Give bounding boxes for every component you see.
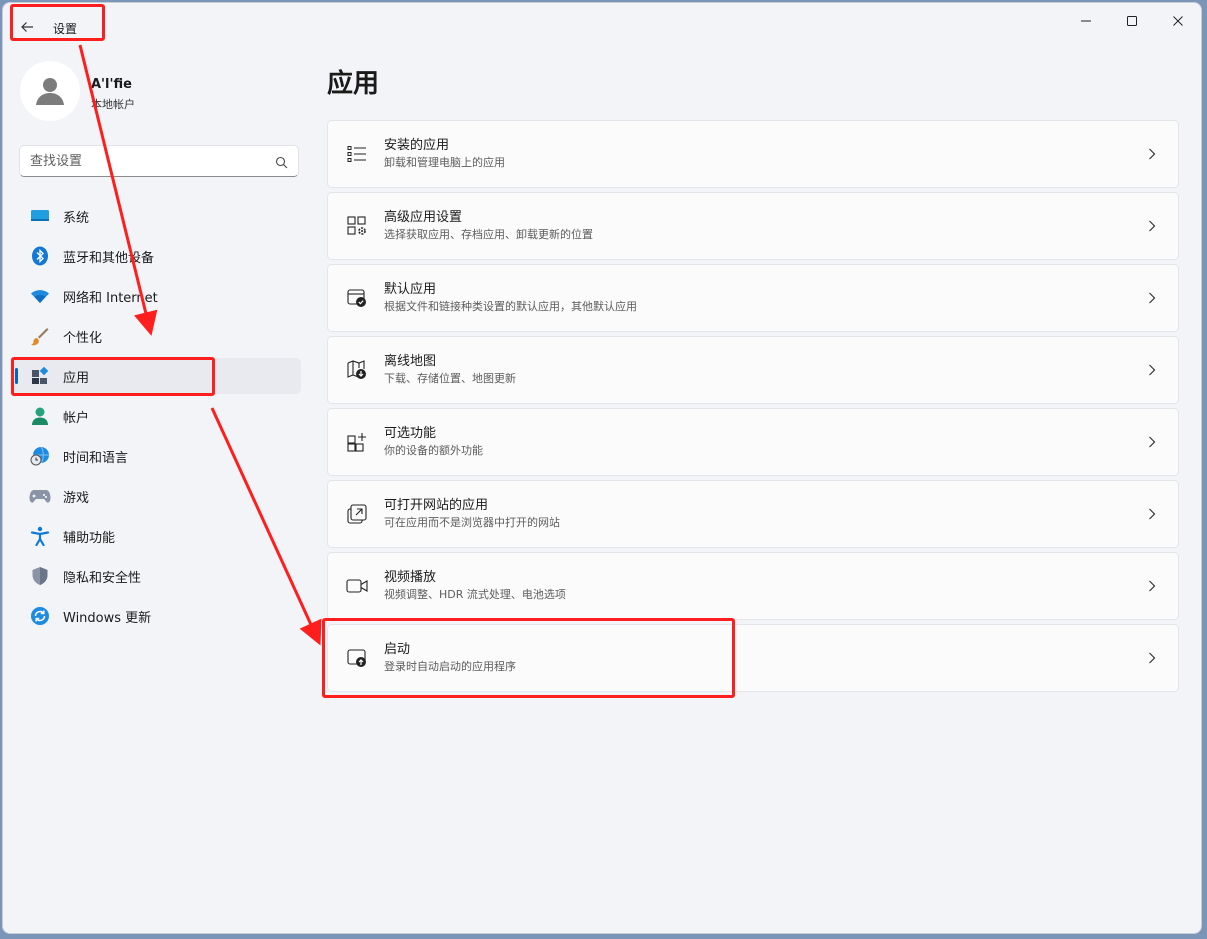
card-subtitle: 你的设备的额外功能 — [384, 443, 483, 457]
chevron-right-icon — [1132, 652, 1172, 664]
card-optional-features[interactable]: 可选功能你的设备的额外功能 — [327, 408, 1179, 476]
card-apps-for-websites[interactable]: 可打开网站的应用可在应用而不是浏览器中打开的网站 — [327, 480, 1179, 548]
highlight-settings-title — [10, 4, 105, 41]
accessibility-icon — [29, 525, 51, 547]
user-avatar-icon — [36, 78, 64, 105]
sidebar-item-label: 系统 — [63, 210, 90, 226]
card-subtitle: 卸载和管理电脑上的应用 — [384, 155, 505, 169]
highlight-apps-nav — [11, 357, 215, 396]
person-icon — [29, 405, 51, 427]
gamepad-icon — [29, 485, 51, 507]
account-type: 本地帐户 — [91, 98, 135, 111]
card-title: 安装的应用 — [384, 137, 450, 153]
search-input[interactable] — [20, 146, 260, 176]
sidebar-item-gaming[interactable]: 游戏 — [13, 478, 301, 514]
chevron-right-icon — [1132, 364, 1172, 376]
title-bar: 设置 — [3, 3, 1201, 43]
list-icon — [346, 143, 368, 165]
sidebar-item-label: 帐户 — [63, 410, 90, 426]
card-video-playback[interactable]: 视频播放视频调整、HDR 流式处理、电池选项 — [327, 552, 1179, 620]
card-subtitle: 下载、存储位置、地图更新 — [384, 371, 516, 385]
card-title: 可选功能 — [384, 425, 437, 441]
globe-clock-icon — [29, 445, 51, 467]
card-subtitle: 可在应用而不是浏览器中打开的网站 — [384, 515, 560, 529]
card-installed-apps[interactable]: 安装的应用卸载和管理电脑上的应用 — [327, 120, 1179, 188]
sidebar-item-label: 网络和 Internet — [63, 290, 158, 306]
highlight-startup-card — [322, 618, 735, 698]
shield-icon — [29, 565, 51, 587]
update-icon — [29, 605, 51, 627]
sidebar-item-accessibility[interactable]: 辅助功能 — [13, 518, 301, 554]
card-subtitle: 选择获取应用、存档应用、卸载更新的位置 — [384, 227, 593, 241]
sidebar-item-bluetooth[interactable]: 蓝牙和其他设备 — [13, 238, 301, 274]
search-box — [19, 145, 299, 177]
card-advanced-app-settings[interactable]: 高级应用设置选择获取应用、存档应用、卸载更新的位置 — [327, 192, 1179, 260]
default-app-icon — [346, 287, 368, 309]
wifi-icon — [29, 285, 51, 307]
chevron-right-icon — [1132, 220, 1172, 232]
bluetooth-icon — [29, 245, 51, 267]
card-subtitle: 视频调整、HDR 流式处理、电池选项 — [384, 587, 566, 601]
settings-window: 设置 A'l'fie 本地帐户 系统 蓝牙和其他设备 网络和 In — [2, 2, 1202, 934]
chevron-right-icon — [1132, 508, 1172, 520]
maximize-icon — [1127, 16, 1137, 26]
sidebar-item-time-language[interactable]: 时间和语言 — [13, 438, 301, 474]
card-title: 高级应用设置 — [384, 209, 463, 225]
app-settings-icon — [346, 215, 368, 237]
maximize-button[interactable] — [1109, 3, 1155, 39]
card-title: 可打开网站的应用 — [384, 497, 489, 513]
sidebar-item-label: 游戏 — [63, 490, 90, 506]
search-icon[interactable] — [275, 154, 288, 173]
close-button[interactable] — [1155, 3, 1201, 39]
sidebar-item-personalization[interactable]: 个性化 — [13, 318, 301, 354]
add-feature-icon — [346, 431, 368, 453]
open-external-icon — [346, 503, 368, 525]
sidebar-item-label: 时间和语言 — [63, 450, 129, 466]
chevron-right-icon — [1132, 580, 1172, 592]
sidebar-item-accounts[interactable]: 帐户 — [13, 398, 301, 434]
minimize-button[interactable] — [1063, 3, 1109, 39]
video-camera-icon — [346, 575, 368, 597]
sidebar-nav: 系统 蓝牙和其他设备 网络和 Internet 个性化 应用 帐户 时间和语言 — [13, 198, 301, 638]
card-title: 默认应用 — [384, 281, 437, 297]
sidebar-item-label: 辅助功能 — [63, 530, 116, 546]
page-title: 应用 — [327, 69, 380, 99]
sidebar-item-network[interactable]: 网络和 Internet — [13, 278, 301, 314]
settings-card-list: 安装的应用卸载和管理电脑上的应用 高级应用设置选择获取应用、存档应用、卸载更新的… — [327, 120, 1179, 696]
card-title: 离线地图 — [384, 353, 437, 369]
card-subtitle: 根据文件和链接种类设置的默认应用，其他默认应用 — [384, 299, 637, 313]
card-default-apps[interactable]: 默认应用根据文件和链接种类设置的默认应用，其他默认应用 — [327, 264, 1179, 332]
sidebar-item-label: 蓝牙和其他设备 — [63, 250, 155, 266]
sidebar-item-windows-update[interactable]: Windows 更新 — [13, 598, 301, 634]
sidebar-item-label: 个性化 — [63, 330, 103, 346]
sidebar-item-privacy[interactable]: 隐私和安全性 — [13, 558, 301, 594]
display-icon — [29, 205, 51, 227]
close-icon — [1173, 16, 1183, 26]
card-offline-maps[interactable]: 离线地图下载、存储位置、地图更新 — [327, 336, 1179, 404]
map-download-icon — [346, 359, 368, 381]
sidebar-item-label: 隐私和安全性 — [63, 570, 142, 586]
chevron-right-icon — [1132, 436, 1172, 448]
brush-icon — [29, 325, 51, 347]
minimize-icon — [1081, 20, 1091, 22]
chevron-right-icon — [1132, 148, 1172, 160]
card-title: 视频播放 — [384, 569, 437, 585]
sidebar-item-system[interactable]: 系统 — [13, 198, 301, 234]
sidebar-item-label: Windows 更新 — [63, 610, 152, 626]
chevron-right-icon — [1132, 292, 1172, 304]
user-name: A'l'fie — [91, 77, 132, 92]
avatar[interactable] — [20, 61, 80, 121]
